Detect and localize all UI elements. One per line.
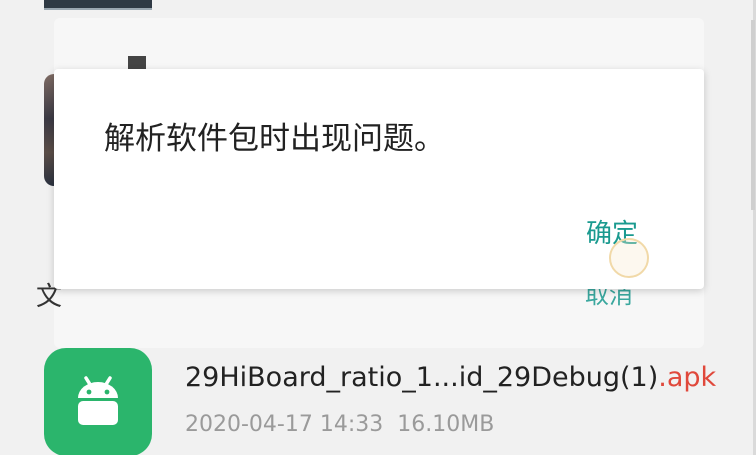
file-date: 2020-04-17 14:33: [185, 412, 384, 437]
file-name: 29HiBoard_ratio_1...id_29Debug(1).apk: [185, 362, 716, 393]
file-name-base: 29HiBoard_ratio_1...id_29Debug(1): [185, 362, 659, 393]
file-extension: .apk: [658, 362, 717, 393]
file-thumbnail-top: [44, 0, 152, 10]
android-icon: [44, 348, 152, 455]
dialog-message: 解析软件包时出现问题。: [104, 121, 445, 157]
android-robot-icon: [78, 376, 118, 425]
file-list-item[interactable]: 29HiBoard_ratio_1...id_29Debug(1).apk 20…: [0, 340, 756, 455]
file-size: 16.10MB: [397, 412, 495, 437]
touch-indicator: [609, 238, 649, 278]
underlying-element: [128, 56, 146, 70]
screen: 文 取消 解析软件包时出现问题。 确定 29HiBoard_ratio_1...…: [0, 0, 756, 455]
parse-error-dialog: 解析软件包时出现问题。 确定: [54, 69, 704, 289]
scrollbar[interactable]: [751, 20, 755, 210]
file-meta: 2020-04-17 14:33 16.10MB: [185, 412, 494, 437]
